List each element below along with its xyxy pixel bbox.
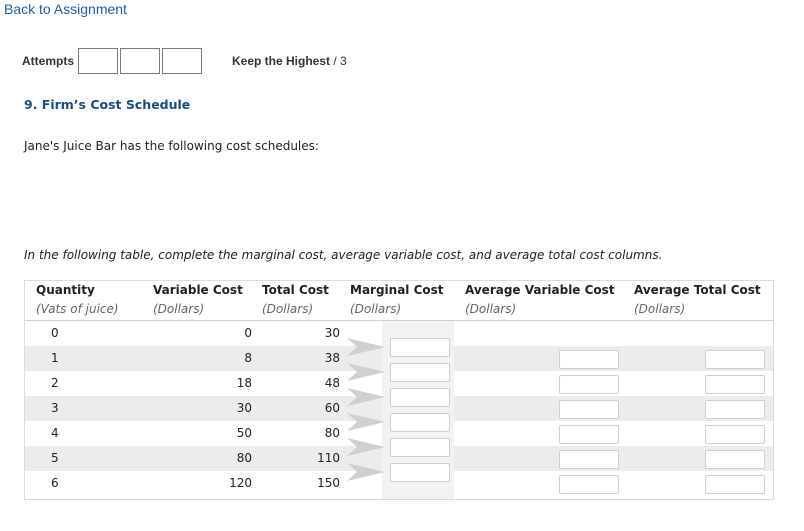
header-variable-cost: Variable Cost bbox=[153, 283, 243, 297]
attempt-box-3 bbox=[162, 48, 202, 74]
variable-cost-cell: 18 bbox=[236, 376, 252, 390]
variable-cost-cell: 30 bbox=[236, 401, 252, 415]
total-cost-cell: 48 bbox=[324, 376, 340, 390]
question-title: 9. Firm’s Cost Schedule bbox=[24, 97, 191, 112]
average-variable-cost-input[interactable] bbox=[559, 400, 619, 419]
back-to-assignment-link[interactable]: Back to Assignment bbox=[4, 1, 127, 17]
total-cost-cell: 30 bbox=[324, 326, 340, 340]
quantity-cell: 5 bbox=[51, 451, 59, 465]
attempt-boxes bbox=[78, 48, 204, 74]
unit-variable-cost: (Dollars) bbox=[153, 302, 205, 316]
marginal-arrow-icon bbox=[347, 388, 385, 406]
keep-highest-text: Keep the Highest bbox=[232, 54, 331, 68]
keep-highest-label: Keep the Highest / 3 bbox=[232, 54, 347, 68]
average-total-cost-input[interactable] bbox=[705, 450, 765, 469]
average-variable-cost-input[interactable] bbox=[559, 475, 619, 494]
average-variable-cost-input[interactable] bbox=[559, 375, 619, 394]
marginal-cost-input[interactable] bbox=[390, 413, 450, 432]
quantity-cell: 3 bbox=[51, 401, 59, 415]
quantity-cell: 1 bbox=[51, 351, 59, 365]
variable-cost-cell: 0 bbox=[244, 326, 252, 340]
quantity-cell: 6 bbox=[51, 476, 59, 490]
attempts-label: Attempts bbox=[22, 54, 75, 68]
average-total-cost-input[interactable] bbox=[705, 400, 765, 419]
average-variable-cost-input[interactable] bbox=[559, 425, 619, 444]
total-cost-cell: 60 bbox=[324, 401, 340, 415]
variable-cost-cell: 120 bbox=[229, 476, 252, 490]
marginal-cost-input[interactable] bbox=[390, 463, 450, 482]
marginal-cost-input[interactable] bbox=[390, 338, 450, 357]
header-quantity: Quantity bbox=[36, 283, 95, 297]
header-marginal-cost: Marginal Cost bbox=[350, 283, 444, 297]
cost-schedule-table: Quantity (Vats of juice) Variable Cost (… bbox=[24, 280, 774, 500]
marginal-arrow-icon bbox=[347, 338, 385, 356]
average-total-cost-input[interactable] bbox=[705, 425, 765, 444]
variable-cost-cell: 80 bbox=[236, 451, 252, 465]
header-average-total-cost: Average Total Cost bbox=[634, 283, 761, 297]
average-variable-cost-input[interactable] bbox=[559, 350, 619, 369]
marginal-cost-input[interactable] bbox=[390, 438, 450, 457]
marginal-cost-input[interactable] bbox=[390, 388, 450, 407]
variable-cost-cell: 8 bbox=[244, 351, 252, 365]
unit-marginal-cost: (Dollars) bbox=[350, 302, 402, 316]
attempt-box-1 bbox=[78, 48, 118, 74]
variable-cost-cell: 50 bbox=[236, 426, 252, 440]
attempt-box-2 bbox=[120, 48, 160, 74]
unit-average-total-cost: (Dollars) bbox=[634, 302, 686, 316]
total-cost-cell: 38 bbox=[324, 351, 340, 365]
header-total-cost: Total Cost bbox=[262, 283, 329, 297]
marginal-arrow-icon bbox=[347, 463, 385, 481]
average-total-cost-input[interactable] bbox=[705, 475, 765, 494]
quantity-cell: 4 bbox=[51, 426, 59, 440]
keep-highest-suffix: / 3 bbox=[333, 54, 347, 68]
header-average-variable-cost: Average Variable Cost bbox=[465, 283, 615, 297]
average-total-cost-input[interactable] bbox=[705, 375, 765, 394]
unit-total-cost: (Dollars) bbox=[262, 302, 314, 316]
marginal-arrow-icon bbox=[347, 363, 385, 381]
quantity-cell: 0 bbox=[51, 326, 59, 340]
total-cost-cell: 110 bbox=[317, 451, 340, 465]
total-cost-cell: 80 bbox=[324, 426, 340, 440]
average-variable-cost-input[interactable] bbox=[559, 450, 619, 469]
question-intro: Jane's Juice Bar has the following cost … bbox=[24, 139, 319, 153]
unit-quantity: (Vats of juice) bbox=[36, 302, 119, 316]
quantity-cell: 2 bbox=[51, 376, 59, 390]
unit-average-variable-cost: (Dollars) bbox=[465, 302, 517, 316]
marginal-arrow-icon bbox=[347, 413, 385, 431]
total-cost-cell: 150 bbox=[317, 476, 340, 490]
average-total-cost-input[interactable] bbox=[705, 350, 765, 369]
marginal-cost-input[interactable] bbox=[390, 363, 450, 382]
question-instruction: In the following table, complete the mar… bbox=[24, 248, 663, 262]
marginal-arrow-icon bbox=[347, 438, 385, 456]
